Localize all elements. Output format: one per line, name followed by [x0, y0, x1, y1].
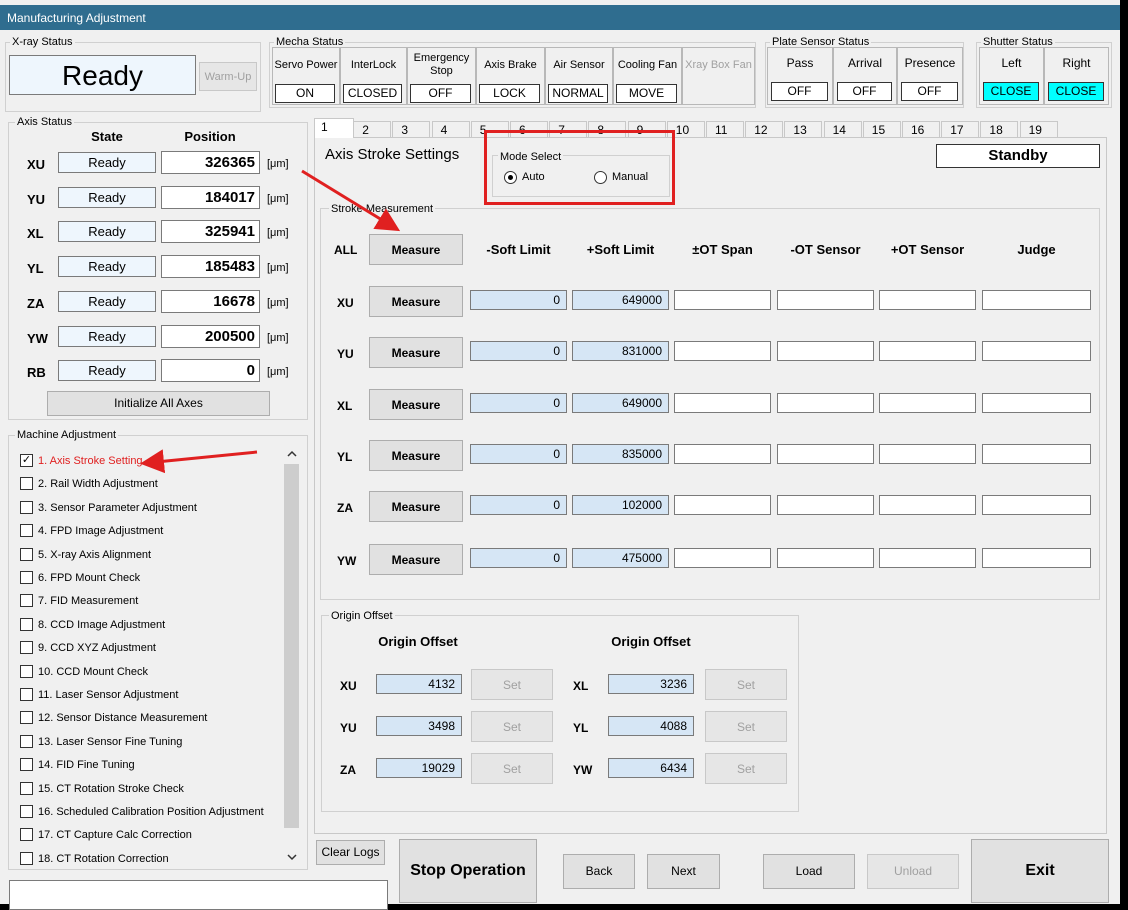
main-window: Manufacturing Adjustment X-ray Status Re…: [0, 0, 1120, 910]
arrow-to-measure-all: [301, 169, 401, 232]
annotation-arrows: [140, 169, 401, 474]
arrow-to-axis-stroke-setting: [140, 449, 258, 474]
